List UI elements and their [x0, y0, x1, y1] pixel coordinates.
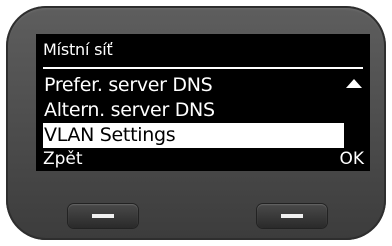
phone-bezel: Místní síť Prefer. server DNS Altern. se… [6, 6, 386, 240]
softkey-bar: Zpět OK [36, 147, 370, 171]
scroll-up-icon [346, 79, 362, 88]
screen-title: Místní síť [43, 40, 113, 59]
dash-icon [92, 214, 114, 218]
left-softkey-button[interactable] [68, 204, 138, 228]
display-screen: Místní síť Prefer. server DNS Altern. se… [36, 34, 370, 171]
menu-list: Prefer. server DNS Altern. server DNS VL… [43, 73, 363, 148]
menu-item-vlan-settings[interactable]: VLAN Settings [43, 123, 344, 148]
softkey-ok-label: OK [339, 149, 364, 169]
right-softkey-button[interactable] [257, 204, 327, 228]
menu-item-altern-dns[interactable]: Altern. server DNS [43, 98, 363, 123]
softkey-back-label: Zpět [43, 149, 83, 169]
menu-item-prefer-dns[interactable]: Prefer. server DNS [43, 73, 363, 98]
title-separator [43, 67, 363, 69]
dash-icon [281, 214, 303, 218]
